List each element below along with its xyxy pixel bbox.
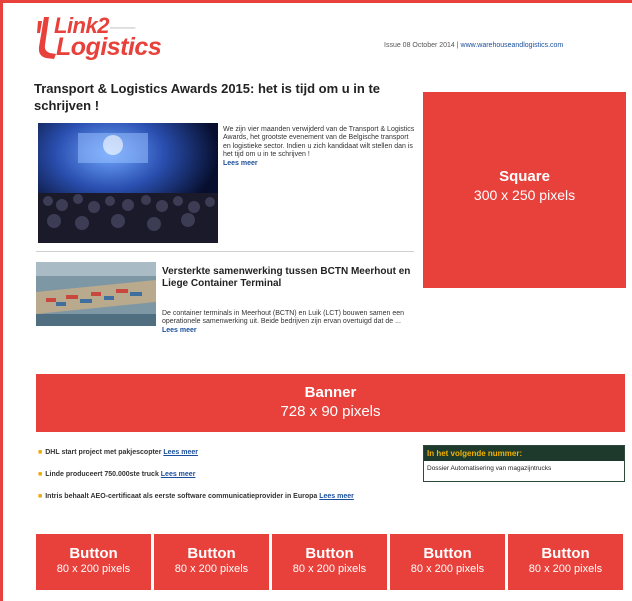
news-item-link[interactable]: Lees meer xyxy=(163,449,198,456)
button-ad-label: Button xyxy=(423,545,472,562)
article2-body: De container terminals in Meerhout (BCTN… xyxy=(162,310,404,326)
banner-ad-placeholder[interactable]: Banner 728 x 90 pixels xyxy=(36,374,625,432)
button-ad-2[interactable]: Button 80 x 200 pixels xyxy=(154,534,269,590)
issue-info: Issue 08 October 2014 | www.warehouseand… xyxy=(384,42,563,49)
news-list: ■ DHL start project met pakjescopter Lees… xyxy=(36,448,411,514)
news-item-text: Linde produceert 750.000ste truck xyxy=(45,471,161,478)
button-ad-size: 80 x 200 pixels xyxy=(292,563,367,575)
article1-summary: We zijn vier maanden verwijderd van de T… xyxy=(223,126,418,168)
bullet-icon: ■ xyxy=(38,471,43,478)
list-item: ■ DHL start project met pakjescopter Lees… xyxy=(36,448,411,457)
article2-summary: De container terminals in Meerhout (BCTN… xyxy=(162,310,422,335)
bullet-icon: ■ xyxy=(38,493,43,500)
bullet-icon: ■ xyxy=(38,449,43,456)
list-item: ■ Linde produceert 750.000ste truck Lees … xyxy=(36,470,411,479)
article2-read-more-link[interactable]: Lees meer xyxy=(162,327,197,334)
button-ad-3[interactable]: Button 80 x 200 pixels xyxy=(272,534,387,590)
button-ad-label: Button xyxy=(541,545,590,562)
button-ad-1[interactable]: Button 80 x 200 pixels xyxy=(36,534,151,590)
banner-ad-size: 728 x 90 pixels xyxy=(280,403,381,420)
next-issue-heading: In het volgende nummer: xyxy=(424,446,624,461)
list-item: ■ Intris behaalt AEO-certificaat als eers… xyxy=(36,492,411,501)
awards-event-photo[interactable] xyxy=(38,123,218,243)
container-terminal-photo[interactable] xyxy=(36,262,156,326)
button-ad-label: Button xyxy=(69,545,118,562)
article1-read-more-link[interactable]: Lees meer xyxy=(223,160,258,167)
logo-line2: Logistics xyxy=(56,33,162,61)
square-ad-placeholder[interactable]: Square 300 x 250 pixels xyxy=(423,92,626,288)
button-ad-size: 80 x 200 pixels xyxy=(528,563,603,575)
news-item-text: DHL start project met pakjescopter xyxy=(45,449,164,456)
square-ad-size: 300 x 250 pixels xyxy=(473,187,576,203)
logo-tagline: ━━━━━━━━━━━━━━ xyxy=(110,26,136,30)
news-item-link[interactable]: Lees meer xyxy=(161,471,196,478)
link2logistics-logo[interactable]: Link2 ━━━━━━━━━━━━━━ Logistics xyxy=(36,13,176,63)
event-crowd-image xyxy=(38,123,218,243)
issue-text: Issue 08 October 2014 | xyxy=(384,42,461,49)
news-item-text: Intris behaalt AEO-certificaat als eerst… xyxy=(45,493,320,500)
button-ad-size: 80 x 200 pixels xyxy=(174,563,249,575)
article1-body: We zijn vier maanden verwijderd van de T… xyxy=(223,126,415,159)
news-item-link[interactable]: Lees meer xyxy=(319,493,354,500)
article-divider xyxy=(36,251,414,252)
main-headline[interactable]: Transport & Logistics Awards 2015: het i… xyxy=(34,80,414,114)
banner-ad-label: Banner xyxy=(304,384,357,401)
button-ad-size: 80 x 200 pixels xyxy=(410,563,485,575)
next-issue-item[interactable]: Dossier Automatisering van magazijntruck… xyxy=(424,461,624,476)
button-ad-5[interactable]: Button 80 x 200 pixels xyxy=(508,534,623,590)
button-ad-size: 80 x 200 pixels xyxy=(56,563,131,575)
button-ad-label: Button xyxy=(187,545,236,562)
article2-title[interactable]: Versterkte samenwerking tussen BCTN Meer… xyxy=(162,266,422,290)
terminal-aerial-image xyxy=(36,262,156,326)
next-issue-box: In het volgende nummer: Dossier Automati… xyxy=(423,445,625,482)
square-ad-label: Square xyxy=(499,168,550,185)
site-link[interactable]: www.warehouseandlogistics.com xyxy=(461,42,564,49)
button-ad-label: Button xyxy=(305,545,354,562)
button-ad-4[interactable]: Button 80 x 200 pixels xyxy=(390,534,505,590)
